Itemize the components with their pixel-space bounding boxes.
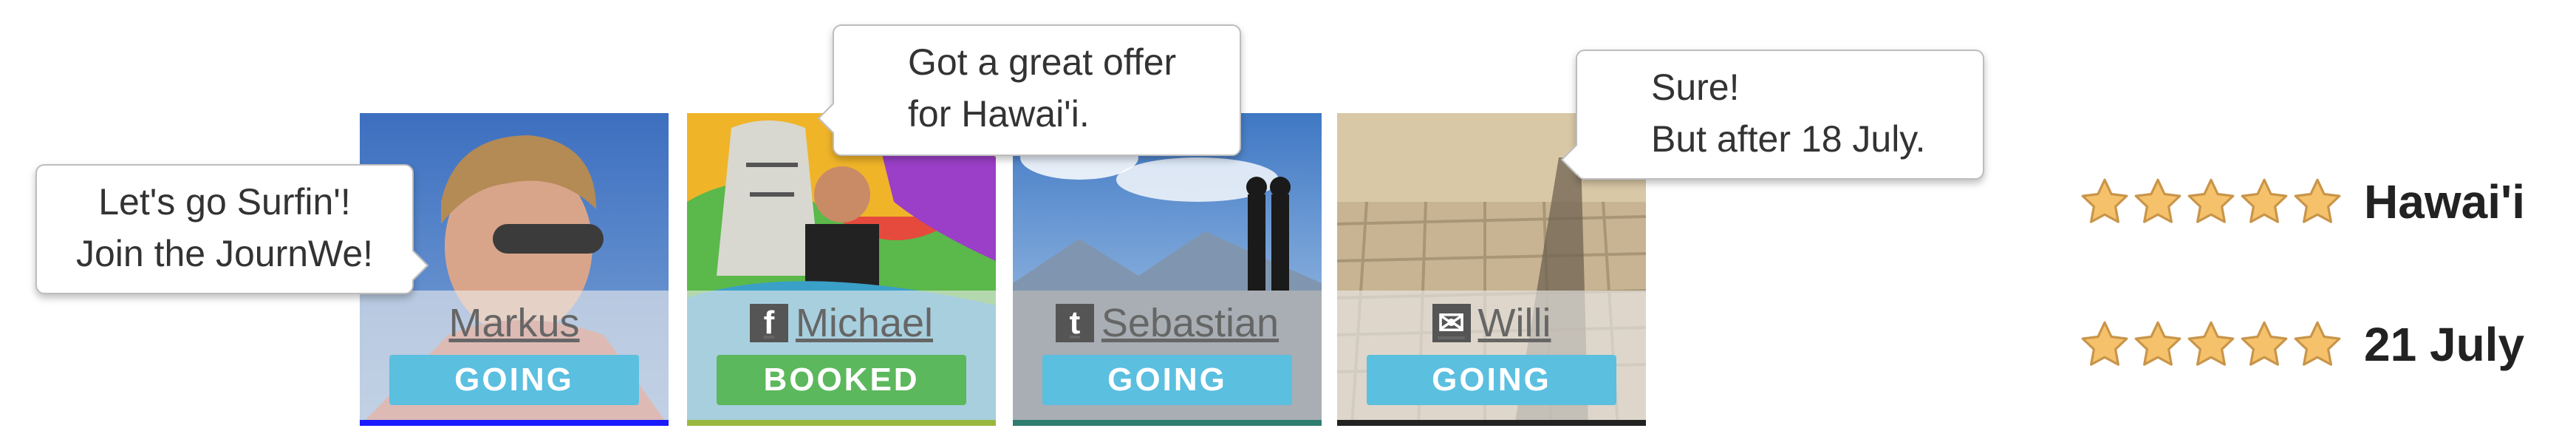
status-badge-going: GOING bbox=[1042, 355, 1292, 405]
status-badge-booked: BOOKED bbox=[717, 355, 966, 405]
participant-card-michael[interactable]: f Michael BOOKED bbox=[687, 113, 996, 426]
rating-row-date: 21 July bbox=[2079, 311, 2524, 378]
participant-name[interactable]: ✉ Willi bbox=[1337, 296, 1646, 350]
participant-name[interactable]: Markus bbox=[360, 296, 669, 350]
participant-name[interactable]: t Sebastian bbox=[1013, 296, 1322, 350]
participant-card-sebastian[interactable]: t Sebastian GOING bbox=[1013, 113, 1322, 426]
status-badge-going: GOING bbox=[389, 355, 639, 405]
star-rating[interactable] bbox=[2079, 319, 2343, 370]
card-color-strip bbox=[360, 420, 669, 426]
card-color-strip bbox=[1013, 420, 1322, 426]
star-icon[interactable] bbox=[2185, 319, 2237, 370]
star-icon[interactable] bbox=[2238, 176, 2290, 228]
speech-bubble-michael: Got a great offer for Hawai'i. bbox=[817, 24, 1241, 156]
rating-row-destination: Hawai'i bbox=[2079, 169, 2525, 235]
star-icon[interactable] bbox=[2185, 176, 2237, 228]
rating-label-date: 21 July bbox=[2364, 318, 2525, 371]
star-icon[interactable] bbox=[2292, 176, 2343, 228]
star-icon[interactable] bbox=[2238, 319, 2290, 370]
twitter-icon: t bbox=[1055, 304, 1094, 342]
email-icon: ✉ bbox=[1432, 304, 1471, 342]
star-icon[interactable] bbox=[2079, 319, 2131, 370]
card-color-strip bbox=[687, 420, 996, 426]
star-icon[interactable] bbox=[2132, 319, 2184, 370]
star-icon[interactable] bbox=[2292, 319, 2343, 370]
star-icon[interactable] bbox=[2079, 176, 2131, 228]
rating-label-destination: Hawai'i bbox=[2364, 175, 2525, 228]
participant-name[interactable]: f Michael bbox=[687, 296, 996, 350]
speech-bubble-markus: Let's go Surfin'! Join the JournWe! bbox=[35, 164, 429, 294]
status-badge-going: GOING bbox=[1367, 355, 1616, 405]
card-color-strip bbox=[1337, 420, 1646, 426]
facebook-icon: f bbox=[749, 304, 788, 342]
star-rating[interactable] bbox=[2079, 176, 2343, 228]
speech-bubble-willi: Sure! But after 18 July. bbox=[1560, 50, 1984, 180]
star-icon[interactable] bbox=[2132, 176, 2184, 228]
